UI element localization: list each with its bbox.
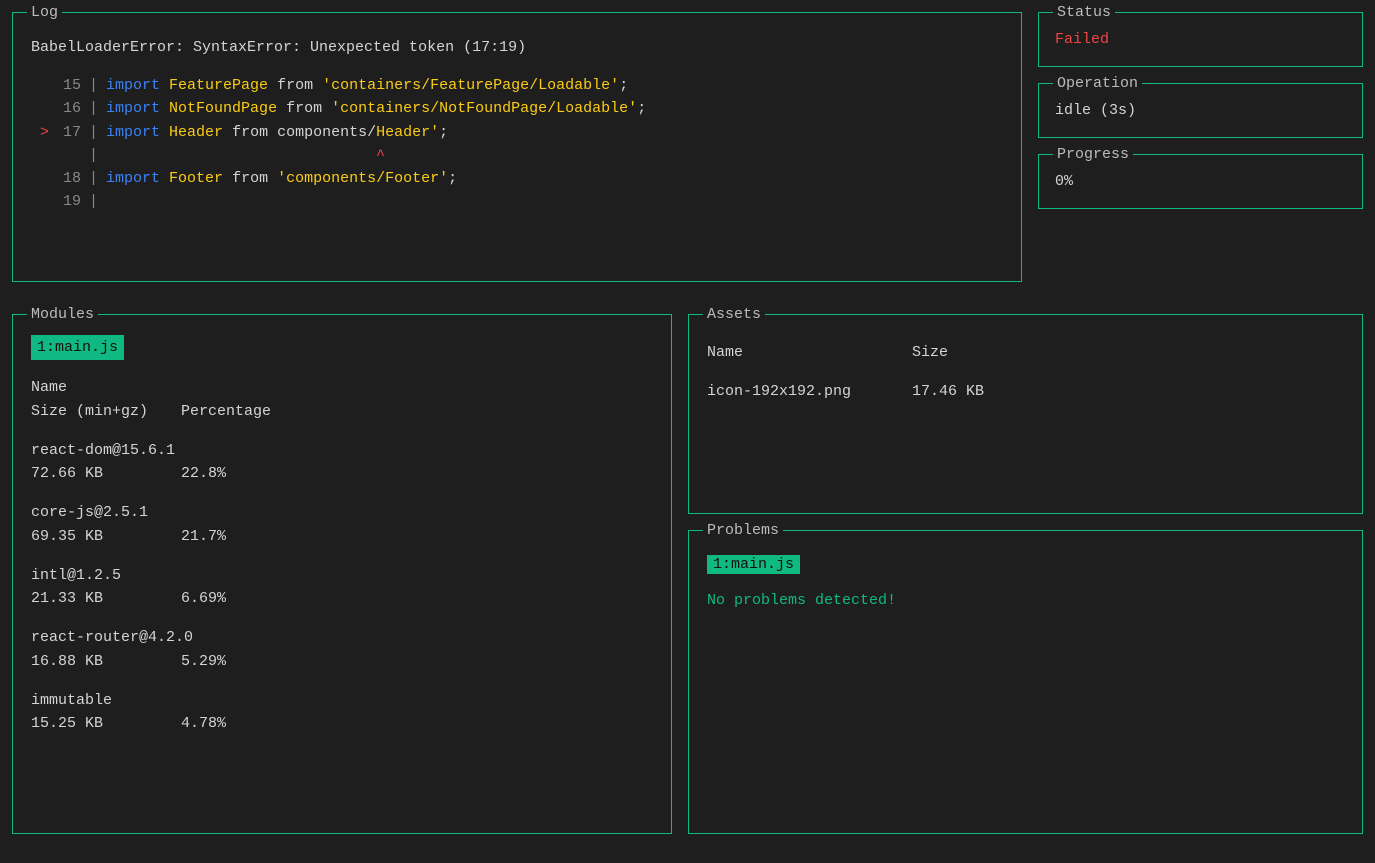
problems-tag[interactable]: 1:main.js [707, 555, 800, 574]
module-name: immutable [31, 689, 653, 712]
code-content: import Header from components/Header'; [106, 121, 448, 144]
module-row: react-router@4.2.0 16.88 KB 5.29% [31, 626, 653, 673]
assets-header-size: Size [912, 341, 948, 364]
log-panel: Log BabelLoaderError: SyntaxError: Unexp… [12, 12, 1022, 282]
module-name: intl@1.2.5 [31, 564, 653, 587]
pipe-separator: | [85, 121, 106, 144]
module-row: react-dom@15.6.1 72.66 KB 22.8% [31, 439, 653, 486]
gutter-mark [31, 144, 53, 167]
module-percentage: 21.7% [181, 525, 226, 548]
module-size: 72.66 KB [31, 462, 181, 485]
module-size: 69.35 KB [31, 525, 181, 548]
progress-title: Progress [1053, 146, 1133, 163]
line-number [53, 144, 85, 167]
module-percentage: 5.29% [181, 650, 226, 673]
module-name: core-js@2.5.1 [31, 501, 653, 524]
problems-title: Problems [703, 522, 783, 539]
pipe-separator: | [85, 190, 106, 213]
gutter-mark-error: > [31, 121, 53, 144]
module-percentage: 4.78% [181, 712, 226, 735]
code-line-error: > 17 | import Header from components/Hea… [31, 121, 1003, 144]
asset-name: icon-192x192.png [707, 380, 912, 403]
code-line: 18 | import Footer from 'components/Foot… [31, 167, 1003, 190]
problems-panel: Problems 1:main.js No problems detected! [688, 530, 1363, 834]
status-panel: Status Failed [1038, 12, 1363, 67]
modules-header-percentage: Percentage [181, 400, 271, 423]
line-number: 16 [53, 97, 85, 120]
log-title: Log [27, 4, 62, 21]
operation-panel: Operation idle (3s) [1038, 83, 1363, 138]
code-content: import Footer from 'components/Footer'; [106, 167, 457, 190]
line-number: 18 [53, 167, 85, 190]
log-code-block: 15 | import FeaturePage from 'containers… [31, 74, 1003, 214]
module-size: 21.33 KB [31, 587, 181, 610]
assets-header-name: Name [707, 341, 912, 364]
gutter-mark [31, 74, 53, 97]
pipe-separator: | [85, 167, 106, 190]
gutter-mark [31, 167, 53, 190]
module-name: react-dom@15.6.1 [31, 439, 653, 462]
progress-panel: Progress 0% [1038, 154, 1363, 209]
operation-title: Operation [1053, 75, 1142, 92]
code-content: import FeaturePage from 'containers/Feat… [106, 74, 628, 97]
module-row: core-js@2.5.1 69.35 KB 21.7% [31, 501, 653, 548]
modules-tag[interactable]: 1:main.js [31, 335, 124, 360]
gutter-mark [31, 97, 53, 120]
line-number: 15 [53, 74, 85, 97]
modules-header-name: Name [31, 376, 653, 399]
pipe-separator: | [85, 144, 106, 167]
modules-panel: Modules 1:main.js Name Size (min+gz) Per… [12, 314, 672, 834]
modules-title: Modules [27, 306, 98, 323]
error-caret: ^ [106, 144, 385, 167]
asset-row: icon-192x192.png 17.46 KB [707, 380, 1344, 403]
module-percentage: 22.8% [181, 462, 226, 485]
line-number: 17 [53, 121, 85, 144]
log-error-message: BabelLoaderError: SyntaxError: Unexpecte… [31, 39, 1003, 56]
code-line: 16 | import NotFoundPage from 'container… [31, 97, 1003, 120]
module-size: 15.25 KB [31, 712, 181, 735]
pipe-separator: | [85, 74, 106, 97]
module-row: intl@1.2.5 21.33 KB 6.69% [31, 564, 653, 611]
status-value: Failed [1055, 31, 1346, 48]
progress-value: 0% [1055, 173, 1346, 190]
gutter-mark [31, 190, 53, 213]
assets-panel: Assets Name Size icon-192x192.png 17.46 … [688, 314, 1363, 514]
module-size: 16.88 KB [31, 650, 181, 673]
module-name: react-router@4.2.0 [31, 626, 653, 649]
code-line: 19 | [31, 190, 1003, 213]
line-number: 19 [53, 190, 85, 213]
module-percentage: 6.69% [181, 587, 226, 610]
problems-message: No problems detected! [707, 592, 1344, 609]
modules-header-size: Size (min+gz) [31, 400, 181, 423]
asset-size: 17.46 KB [912, 380, 984, 403]
assets-title: Assets [703, 306, 765, 323]
code-content: import NotFoundPage from 'containers/Not… [106, 97, 646, 120]
status-title: Status [1053, 4, 1115, 21]
operation-value: idle (3s) [1055, 102, 1346, 119]
code-line-caret: | ^ [31, 144, 1003, 167]
pipe-separator: | [85, 97, 106, 120]
code-line: 15 | import FeaturePage from 'containers… [31, 74, 1003, 97]
module-row: immutable 15.25 KB 4.78% [31, 689, 653, 736]
